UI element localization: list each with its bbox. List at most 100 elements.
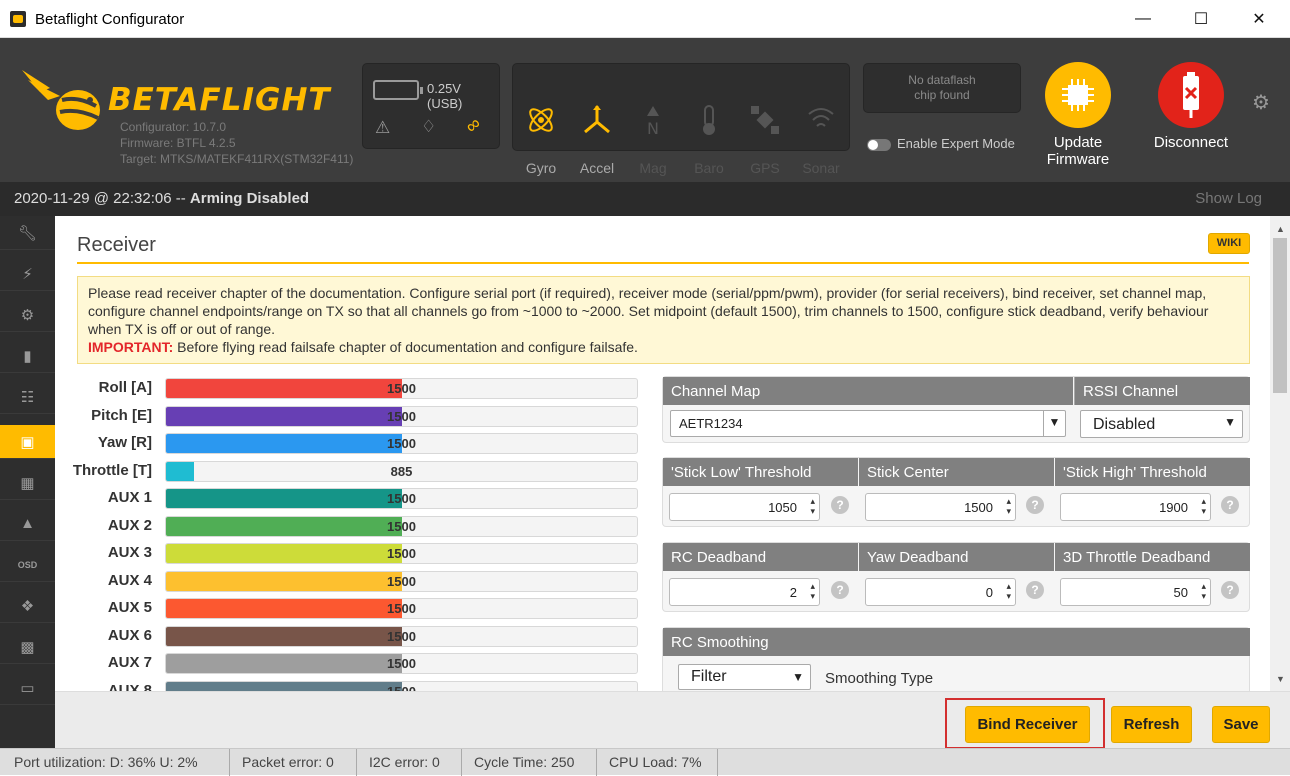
smoothing-type-select[interactable]: Filter ▼ (678, 664, 811, 690)
chip-icon (1045, 62, 1111, 128)
deadband-box: RC Deadband Yaw Deadband 3D Throttle Dea… (662, 542, 1250, 612)
rssi-select[interactable]: Disabled ▼ (1080, 410, 1243, 438)
channel-bar: 1500 (165, 488, 638, 509)
channel-value: 1500 (387, 408, 416, 424)
gyro-icon (529, 108, 553, 132)
scrollbar[interactable]: ▲ ▼ (1270, 216, 1290, 691)
channel-name: AUX 7 (107, 654, 152, 671)
channel-name: AUX 8 (107, 681, 152, 692)
help-icon[interactable]: ? (1026, 496, 1044, 514)
gps-icon (751, 106, 779, 134)
svg-text:N: N (647, 119, 659, 136)
nav-motors[interactable]: ▲ (0, 507, 55, 541)
channel-name: AUX 3 (107, 544, 152, 561)
i2c-error: I2C error: 0 (369, 754, 440, 770)
chevron-down-icon: ▼ (1224, 415, 1236, 429)
nav-osd[interactable]: OSD (0, 548, 55, 582)
channel-bars: Roll [A] 1500 Pitch [E] 1500 Yaw [R] 1500 Thro… (55, 376, 655, 691)
help-icon[interactable]: ? (831, 496, 849, 514)
arming-state: Arming Disabled (189, 190, 310, 207)
mag-icon: N (647, 106, 659, 136)
osd-icon: OSD (17, 559, 38, 570)
cpu-load: CPU Load: 7% (609, 754, 702, 770)
channel-map-input[interactable]: AETR1234 ▼ (670, 410, 1066, 437)
help-icon[interactable]: ? (1221, 581, 1239, 599)
stick-high-input[interactable]: 1900 (1060, 493, 1211, 521)
throttle-deadband-input[interactable]: 50 (1060, 578, 1211, 606)
datetime: 2020-11-29 @ 22:32:06 -- (14, 190, 186, 207)
packet-error: Packet error: 0 (242, 754, 334, 770)
channel-value: 1500 (387, 381, 416, 396)
scroll-up-icon[interactable]: ▲ (1276, 224, 1285, 234)
note-important-text: Before flying read failsafe chapter of d… (173, 339, 638, 355)
sensor-mag: N Mag (625, 90, 681, 176)
status-line: 2020-11-29 @ 22:32:06 -- Arming Disabled… (0, 182, 1290, 216)
sensor-accel: Accel (569, 90, 625, 176)
yaw-deadband-header: Yaw Deadband (859, 543, 1054, 571)
nav-setup[interactable]: 🔧︎ (0, 216, 55, 250)
update-firmware-button[interactable]: Update Firmware (1040, 62, 1116, 168)
stick-low-input[interactable]: 1050 (669, 493, 820, 521)
channel-bar: 1500 (165, 543, 638, 564)
cycle-time: Cycle Time: 250 (474, 754, 575, 770)
channel-name: Yaw [R] (97, 434, 152, 451)
help-icon[interactable]: ? (831, 581, 849, 599)
minimize-icon[interactable]: — (1114, 0, 1172, 38)
save-button[interactable]: Save (1212, 706, 1270, 743)
nav-blackbox[interactable]: ▩ (0, 630, 55, 664)
warning-icon: ⚠ (375, 118, 391, 137)
radio-icon: ❖ (20, 597, 35, 615)
chevron-down-icon[interactable]: ▼ (1043, 410, 1065, 437)
maximize-icon[interactable]: ☐ (1172, 0, 1230, 38)
channel-name: AUX 5 (107, 599, 152, 616)
receiver-tab: Receiver WIKI Please read receiver chapt… (55, 216, 1270, 691)
expert-mode-toggle[interactable]: Enable Expert Mode (867, 136, 1015, 151)
nav-vtx[interactable]: ❖ (0, 589, 55, 623)
channel-row: AUX 8 1500 (55, 679, 655, 692)
channel-name: AUX 2 (107, 516, 152, 534)
chevron-down-icon: ▼ (792, 670, 804, 684)
settings-gear-icon[interactable]: ⚙ (1252, 90, 1270, 115)
channel-row: Roll [A] 1500 (55, 376, 655, 400)
help-icon[interactable]: ? (1221, 496, 1239, 514)
close-icon[interactable]: ✕ (1230, 0, 1288, 38)
channel-bar: 1500 (165, 653, 638, 674)
stick-high-header: 'Stick High' Threshold (1055, 458, 1250, 486)
info-note: Please read receiver chapter of the docu… (77, 276, 1250, 364)
refresh-button[interactable]: Refresh (1111, 706, 1192, 743)
sensor-gyro: Gyro (513, 90, 569, 176)
show-log-link[interactable]: Show Log (1195, 190, 1262, 207)
diamond-icon: ♢ (421, 117, 437, 136)
battery-voltage: 0.25V (USB) (427, 81, 463, 111)
footer-toolbar: Bind Receiver Refresh Save (55, 691, 1290, 749)
bind-receiver-button[interactable]: Bind Receiver (965, 706, 1090, 743)
wiki-button[interactable]: WIKI (1208, 233, 1250, 254)
channel-name: Throttle [T] (72, 461, 152, 479)
rssi-header: RSSI Channel (1074, 377, 1250, 405)
toggle-switch[interactable] (867, 138, 891, 151)
sensor-panel: Gyro Accel N Mag Baro GPS Sonar (512, 63, 850, 176)
stick-center-input[interactable]: 1500 (865, 493, 1016, 521)
nav-configuration[interactable]: ⚙ (0, 298, 55, 332)
nav-ports[interactable]: ⚡︎ (0, 257, 55, 291)
channel-bar: 1500 (165, 625, 638, 647)
nav-power[interactable]: ▮ (0, 339, 55, 373)
nav-modes[interactable]: ▦ (0, 466, 55, 500)
scrollbar-thumb[interactable] (1273, 238, 1287, 393)
window-titlebar: Betaflight Configurator — ☐ ✕ (0, 0, 1290, 38)
nav-cli[interactable]: ▭ (0, 671, 55, 705)
help-icon[interactable]: ? (1026, 581, 1044, 599)
rc-smoothing-box: RC Smoothing Filter ▼ Smoothing Type (662, 627, 1250, 691)
yaw-deadband-input[interactable]: 0 (865, 578, 1016, 606)
nav-failsafe[interactable]: ☷ (0, 380, 55, 414)
channel-row: AUX 1 1500 (55, 486, 655, 510)
disconnect-button[interactable]: Disconnect (1150, 62, 1232, 151)
rc-deadband-input[interactable]: 2 (669, 578, 820, 606)
sonar-icon (808, 108, 834, 127)
scroll-down-icon[interactable]: ▼ (1276, 674, 1285, 684)
nav-receiver[interactable]: ▣ (0, 425, 55, 459)
channel-value: 1500 (387, 546, 416, 561)
window-title: Betaflight Configurator (35, 11, 185, 28)
status-bar: Port utilization: D: 36% U: 2% Packet er… (0, 748, 1290, 776)
note-important-label: IMPORTANT: (88, 339, 174, 355)
